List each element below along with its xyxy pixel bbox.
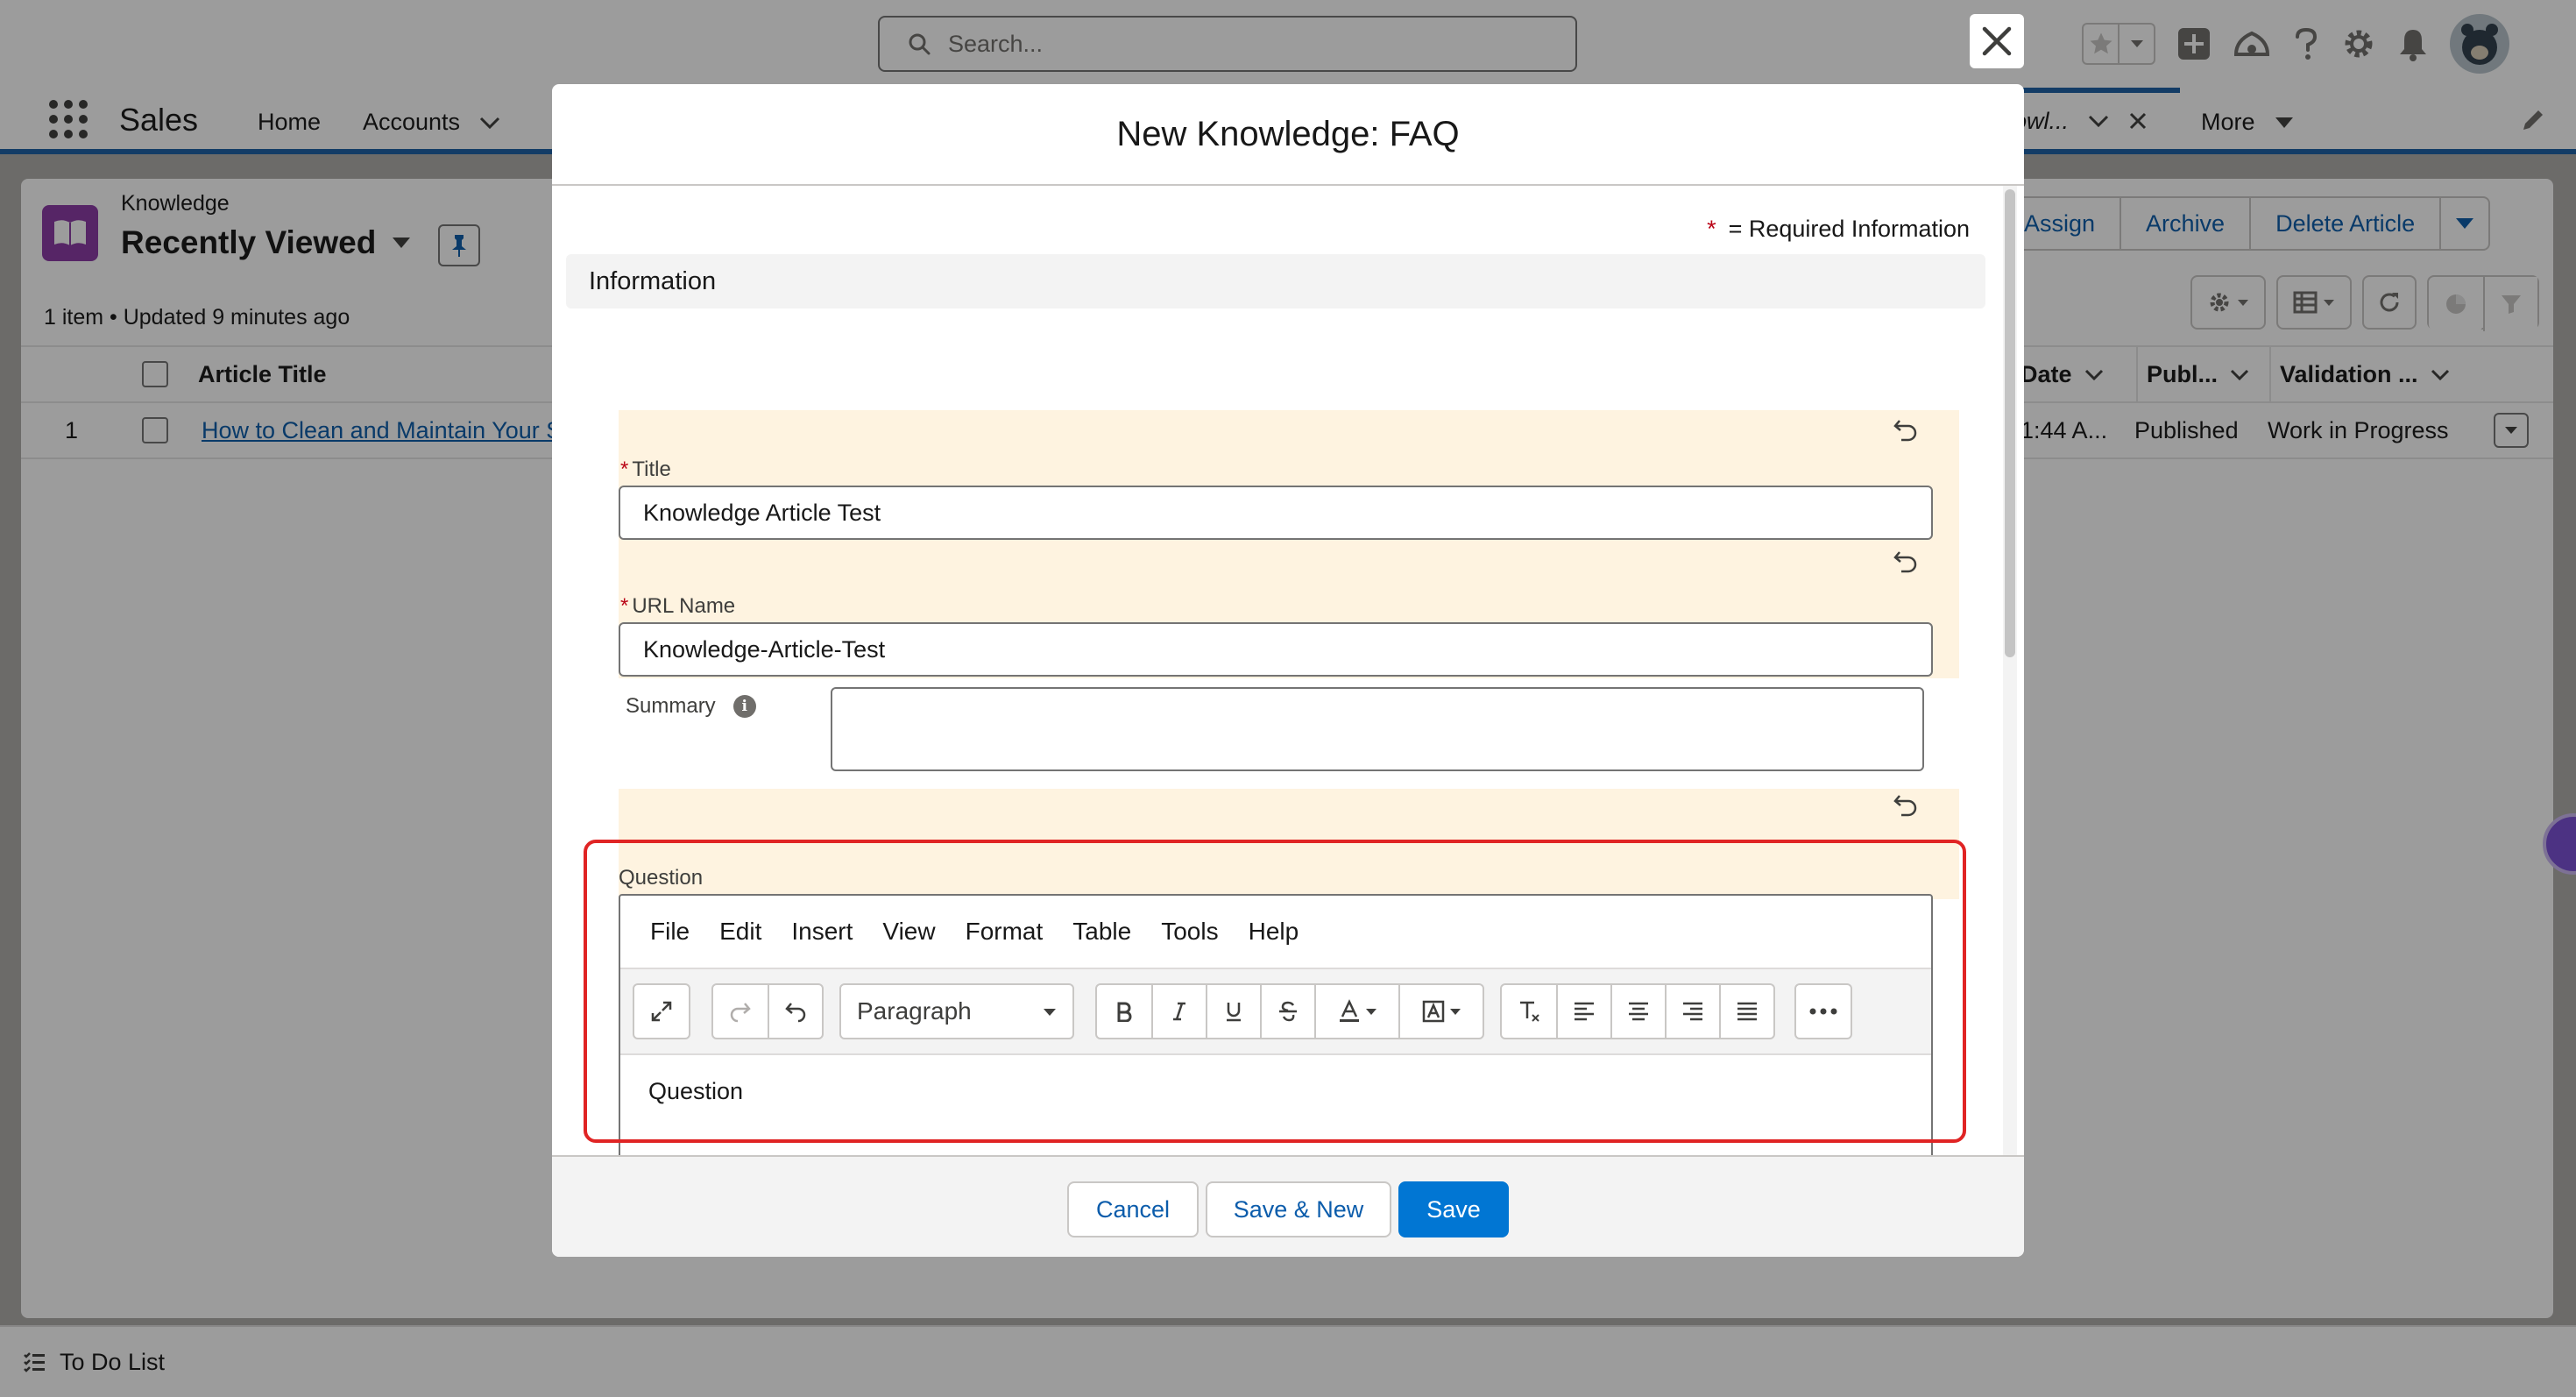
- url-name-input[interactable]: Knowledge-Article-Test: [619, 622, 1933, 677]
- save-and-new-button[interactable]: Save & New: [1206, 1181, 1391, 1237]
- section-header-information[interactable]: Information: [566, 254, 1985, 308]
- highlight-annotation-box: [584, 840, 1966, 1143]
- undo-icon[interactable]: [1893, 417, 1919, 442]
- undo-icon[interactable]: [1893, 792, 1919, 817]
- cancel-button[interactable]: Cancel: [1067, 1181, 1199, 1237]
- new-knowledge-modal: New Knowledge: FAQ * = Required Informati…: [552, 84, 2024, 1257]
- modal-header: New Knowledge: FAQ: [552, 84, 2024, 186]
- summary-textarea[interactable]: [831, 687, 1924, 771]
- required-info-text: = Required Information: [1728, 216, 1970, 242]
- required-info-legend: * = Required Information: [1707, 216, 1970, 242]
- modal-close-button[interactable]: [1970, 14, 2024, 68]
- summary-label: Summary i: [626, 694, 756, 719]
- close-icon: [1981, 25, 2013, 57]
- save-button[interactable]: Save: [1398, 1181, 1509, 1237]
- title-input[interactable]: Knowledge Article Test: [619, 486, 1933, 540]
- section-title: Information: [589, 266, 717, 295]
- url-name-label-text: URL Name: [632, 594, 736, 618]
- modal-footer: Cancel Save & New Save: [552, 1155, 2024, 1257]
- modal-body[interactable]: * = Required Information Information * Tit…: [552, 186, 2024, 1241]
- url-name-label: * URL Name: [620, 594, 736, 618]
- modal-title: New Knowledge: FAQ: [1116, 114, 1460, 153]
- title-label-text: Title: [632, 457, 671, 481]
- info-icon[interactable]: i: [732, 695, 756, 718]
- title-label: * Title: [620, 457, 671, 481]
- modal-scrollbar-thumb[interactable]: [2005, 189, 2015, 657]
- summary-label-text: Summary: [626, 694, 716, 718]
- undo-icon[interactable]: [1893, 549, 1919, 573]
